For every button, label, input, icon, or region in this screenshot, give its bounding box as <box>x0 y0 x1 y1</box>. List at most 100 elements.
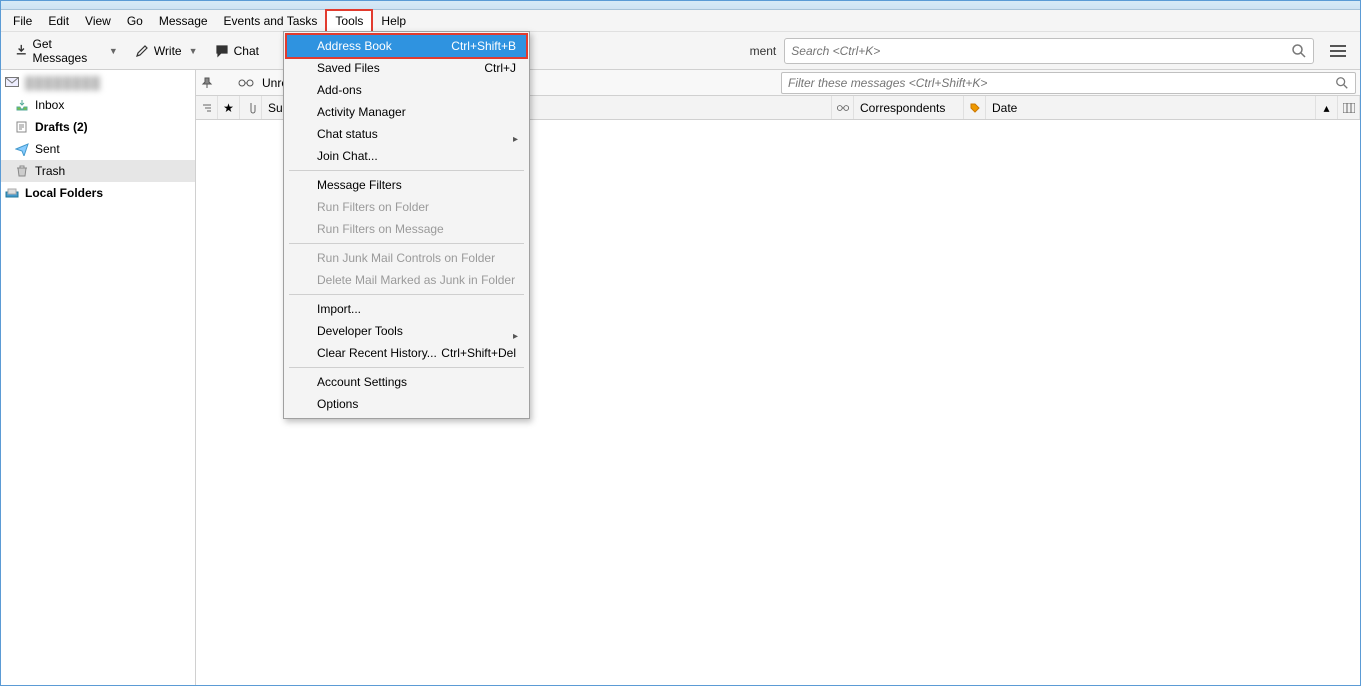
menu-options[interactable]: Options <box>287 393 526 415</box>
menu-run-filters-message: Run Filters on Message <box>287 218 526 240</box>
folder-icon <box>5 187 19 199</box>
folder-pane: ████████ Inbox Drafts (2) Sent Trash Loc… <box>1 70 196 685</box>
folder-drafts[interactable]: Drafts (2) <box>1 116 195 138</box>
folder-label: Local Folders <box>25 186 103 200</box>
menu-events-label: Events and Tasks <box>224 14 318 28</box>
shortcut-label: Ctrl+Shift+Del <box>441 346 516 360</box>
label: Developer Tools <box>317 324 403 338</box>
menu-file[interactable]: File <box>5 11 40 31</box>
menu-edit[interactable]: Edit <box>40 11 77 31</box>
menu-activity-manager[interactable]: Activity Manager <box>287 101 526 123</box>
filter-messages[interactable] <box>781 72 1356 94</box>
menu-message[interactable]: Message <box>151 11 216 31</box>
tools-dropdown: Address Book Ctrl+Shift+B Saved Files Ct… <box>283 31 530 419</box>
menu-add-ons[interactable]: Add-ons <box>287 79 526 101</box>
menu-chat-status[interactable]: Chat status <box>287 123 526 145</box>
menu-import[interactable]: Import... <box>287 298 526 320</box>
menu-activity-label: Activity Manager <box>317 105 406 119</box>
menu-separator <box>289 367 524 368</box>
mail-icon <box>5 77 19 89</box>
menu-account-settings[interactable]: Account Settings <box>287 371 526 393</box>
menu-junk-controls: Run Junk Mail Controls on Folder <box>287 247 526 269</box>
search-icon[interactable] <box>1335 76 1349 90</box>
col-attachment[interactable] <box>240 96 262 119</box>
menu-join-chat[interactable]: Join Chat... <box>287 145 526 167</box>
col-label: Correspondents <box>860 101 945 115</box>
col-date[interactable]: Date <box>986 96 1316 119</box>
folder-label: Inbox <box>35 98 64 112</box>
menu-chat-status-label: Chat status <box>317 127 378 141</box>
shortcut-label: Ctrl+Shift+B <box>451 39 516 53</box>
menu-saved-files-label: Saved Files <box>317 61 380 75</box>
col-sort-indicator[interactable]: ▴ <box>1316 96 1338 119</box>
chevron-down-icon[interactable]: ▼ <box>107 46 115 56</box>
menu-saved-files[interactable]: Saved Files Ctrl+J <box>287 57 526 79</box>
col-thread[interactable] <box>196 96 218 119</box>
search-input[interactable] <box>791 44 1291 58</box>
get-messages-button[interactable]: Get Messages ▼ <box>7 33 123 69</box>
app-menu-button[interactable] <box>1326 38 1350 64</box>
folder-trash[interactable]: Trash <box>1 160 195 182</box>
menu-separator <box>289 294 524 295</box>
menu-delete-junk: Delete Mail Marked as Junk in Folder <box>287 269 526 291</box>
col-tag[interactable] <box>964 96 986 119</box>
sent-icon <box>15 142 29 156</box>
col-picker[interactable] <box>1338 96 1360 119</box>
account-row[interactable]: ████████ <box>1 72 195 94</box>
menu-tools-label: Tools <box>335 14 363 28</box>
label: Run Junk Mail Controls on Folder <box>317 251 495 265</box>
col-correspondents[interactable]: Correspondents <box>854 96 964 119</box>
chat-icon <box>215 44 229 58</box>
chevron-down-icon[interactable]: ▼ <box>187 46 195 56</box>
menu-developer-tools[interactable]: Developer Tools <box>287 320 526 342</box>
folder-sent[interactable]: Sent <box>1 138 195 160</box>
inbox-icon <box>15 98 29 112</box>
search-icon[interactable] <box>1291 43 1307 59</box>
menu-address-book-label: Address Book <box>317 39 392 53</box>
label: Options <box>317 397 358 411</box>
menu-separator <box>289 243 524 244</box>
menu-help[interactable]: Help <box>373 11 414 31</box>
drafts-icon <box>15 120 29 134</box>
download-icon <box>15 44 28 58</box>
col-label: Date <box>992 101 1017 115</box>
global-search[interactable] <box>784 38 1314 64</box>
shortcut-label: Ctrl+J <box>484 61 516 75</box>
menu-message-label: Message <box>159 14 208 28</box>
toolbar: Get Messages ▼ Write ▼ Chat ment <box>1 32 1360 70</box>
chat-button[interactable]: Chat <box>207 40 267 62</box>
menu-message-filters[interactable]: Message Filters <box>287 174 526 196</box>
filter-input[interactable] <box>788 76 1335 90</box>
menu-view-label: View <box>85 14 111 28</box>
account-name: ████████ <box>25 76 101 90</box>
get-messages-label: Get Messages <box>33 37 102 65</box>
col-star[interactable]: ★ <box>218 96 240 119</box>
pin-icon[interactable] <box>200 76 214 90</box>
label: Account Settings <box>317 375 407 389</box>
menu-run-filters-folder: Run Filters on Folder <box>287 196 526 218</box>
folder-label: Sent <box>35 142 60 156</box>
hidden-fragment: ment <box>750 44 777 58</box>
menu-msg-filters-label: Message Filters <box>317 178 402 192</box>
menu-view[interactable]: View <box>77 11 119 31</box>
write-label: Write <box>154 44 182 58</box>
menu-clear-history[interactable]: Clear Recent History... Ctrl+Shift+Del <box>287 342 526 364</box>
folder-inbox[interactable]: Inbox <box>1 94 195 116</box>
menu-join-chat-label: Join Chat... <box>317 149 378 163</box>
col-subject-fragment: Su <box>268 101 283 115</box>
menu-separator <box>289 170 524 171</box>
menu-events[interactable]: Events and Tasks <box>216 11 326 31</box>
menu-tools[interactable]: Tools <box>325 9 373 33</box>
local-folders[interactable]: Local Folders <box>1 182 195 204</box>
menu-address-book[interactable]: Address Book Ctrl+Shift+B <box>287 35 526 57</box>
label: Clear Recent History... <box>317 346 437 360</box>
col-read[interactable] <box>832 96 854 119</box>
chat-label: Chat <box>234 44 259 58</box>
menu-help-label: Help <box>381 14 406 28</box>
label: Run Filters on Folder <box>317 200 429 214</box>
folder-label: Trash <box>35 164 65 178</box>
write-button[interactable]: Write ▼ <box>127 40 203 62</box>
menu-go[interactable]: Go <box>119 11 151 31</box>
label: Run Filters on Message <box>317 222 444 236</box>
glasses-icon[interactable] <box>238 78 254 88</box>
